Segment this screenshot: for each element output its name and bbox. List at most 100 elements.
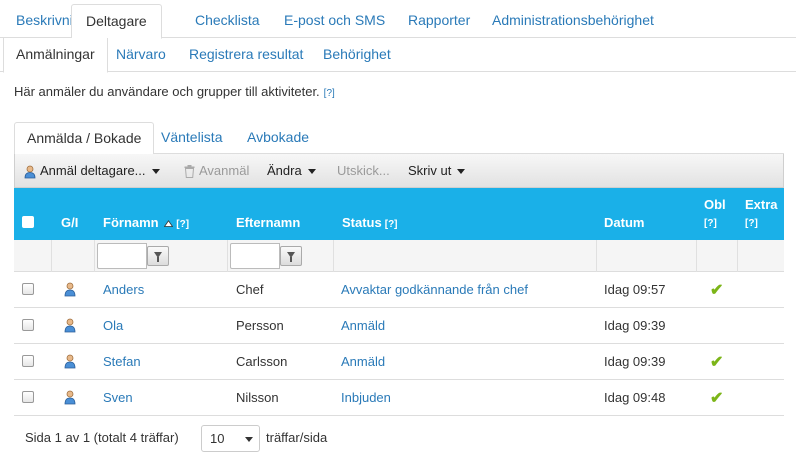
unregister-button[interactable]: Avanmäl xyxy=(184,154,249,188)
change-label: Ändra xyxy=(267,163,302,178)
table-row: Stefan Carlsson Anmäld Idag 09:39 ✔ xyxy=(14,344,784,380)
firstname-filter-button[interactable] xyxy=(147,246,169,266)
row-checkbox[interactable] xyxy=(22,283,34,295)
select-all-checkbox[interactable] xyxy=(22,216,34,228)
column-divider xyxy=(696,240,697,272)
lastname-cell: Nilsson xyxy=(236,390,279,405)
tab-administrationsbehorighet[interactable]: Administrationsbehörighet xyxy=(478,4,668,38)
table-row: Ola Persson Anmäld Idag 09:39 xyxy=(14,308,784,344)
check-icon: ✔ xyxy=(710,282,724,299)
column-divider xyxy=(737,240,738,272)
person-icon xyxy=(64,390,76,405)
column-divider xyxy=(51,240,52,272)
date-cell: Idag 09:39 xyxy=(604,354,666,369)
column-status-help-link[interactable]: [?] xyxy=(385,219,398,230)
firstname-link[interactable]: Anders xyxy=(103,272,144,308)
tab-anmalda-bokade[interactable]: Anmälda / Bokade xyxy=(14,122,155,155)
column-divider xyxy=(94,240,95,272)
lastname-filter-button[interactable] xyxy=(280,246,302,266)
trash-icon xyxy=(184,165,195,179)
person-icon xyxy=(64,282,76,297)
status-link[interactable]: Anmäld xyxy=(341,308,385,344)
tab-avbokade[interactable]: Avbokade xyxy=(235,122,321,154)
row-checkbox[interactable] xyxy=(22,391,34,403)
status-link[interactable]: Avvaktar godkännande från chef xyxy=(341,272,528,308)
tab-narvaro[interactable]: Närvaro xyxy=(104,38,178,72)
unregister-label: Avanmäl xyxy=(199,163,250,178)
column-obl-help-link[interactable]: [?] xyxy=(704,214,726,233)
column-status-label: Status xyxy=(342,215,382,230)
column-divider xyxy=(333,240,334,272)
tab-vantelista[interactable]: Väntelista xyxy=(149,122,234,154)
column-type: G/I xyxy=(61,215,79,230)
description-help-link[interactable]: [?] xyxy=(324,88,335,99)
table-row: Anders Chef Avvaktar godkännande från ch… xyxy=(14,272,784,308)
list-tabs: Anmälda / Bokade Väntelista Avbokade xyxy=(14,122,784,155)
page-size-select[interactable]: 10 xyxy=(201,425,260,452)
register-participant-label: Anmäl deltagare... xyxy=(40,163,146,178)
main-tabs: Beskrivning Deltagare Checklista E-post … xyxy=(0,0,796,39)
change-button[interactable]: Ändra xyxy=(267,154,316,188)
column-firstname-help-link[interactable]: [?] xyxy=(176,219,189,230)
tab-rapporter[interactable]: Rapporter xyxy=(394,4,484,38)
chevron-down-icon xyxy=(457,169,466,175)
column-date[interactable]: Datum xyxy=(604,215,644,230)
send-button[interactable]: Utskick... xyxy=(337,154,390,188)
sub-tabs: Anmälningar Närvaro Registrera resultat … xyxy=(0,38,796,73)
chevron-down-icon xyxy=(245,437,253,442)
lastname-filter-input[interactable] xyxy=(230,243,280,269)
firstname-link[interactable]: Ola xyxy=(103,308,123,344)
table-row: Sven Nilsson Inbjuden Idag 09:48 ✔ xyxy=(14,380,784,416)
toolbar: Anmäl deltagare... Avanmäl Ändra Utskick… xyxy=(14,154,784,188)
filter-row xyxy=(14,240,784,272)
tab-epost-sms[interactable]: E-post och SMS xyxy=(270,4,399,38)
check-icon: ✔ xyxy=(710,390,724,407)
status-link[interactable]: Inbjuden xyxy=(341,380,391,416)
column-extra: Extra [?] xyxy=(745,195,778,233)
lastname-cell: Carlsson xyxy=(236,354,288,369)
column-obl-label: Obl xyxy=(704,197,726,212)
tab-behorighet[interactable]: Behörighet xyxy=(311,38,403,72)
description-text: Här anmäler du användare och grupper til… xyxy=(14,84,320,99)
firstname-link[interactable]: Sven xyxy=(103,380,133,416)
chevron-down-icon xyxy=(307,169,316,175)
row-checkbox[interactable] xyxy=(22,355,34,367)
chevron-down-icon xyxy=(151,169,160,175)
tab-checklista[interactable]: Checklista xyxy=(181,4,274,38)
page-size-value: 10 xyxy=(210,431,225,446)
person-icon xyxy=(64,354,76,369)
date-cell: Idag 09:48 xyxy=(604,390,666,405)
date-cell: Idag 09:57 xyxy=(604,282,666,297)
register-participant-button[interactable]: Anmäl deltagare... xyxy=(24,154,160,188)
column-lastname[interactable]: Efternamn xyxy=(236,215,300,230)
tab-anmalningar[interactable]: Anmälningar xyxy=(3,38,108,73)
tab-deltagare[interactable]: Deltagare xyxy=(71,4,162,39)
column-divider xyxy=(227,240,228,272)
column-firstname-label: Förnamn xyxy=(103,215,159,230)
check-icon: ✔ xyxy=(710,354,724,371)
table-header: G/I Förnamn [?] Efternamn Status [?] Datu… xyxy=(14,188,784,240)
column-firstname[interactable]: Förnamn [?] xyxy=(103,215,189,230)
page-description: Här anmäler du användare och grupper til… xyxy=(14,84,335,99)
pager-info: Sida 1 av 1 (totalt 4 träffar) xyxy=(25,430,179,445)
column-divider xyxy=(596,240,597,272)
send-label: Utskick... xyxy=(337,163,390,178)
column-extra-help-link[interactable]: [?] xyxy=(745,214,778,233)
per-page-label: träffar/sida xyxy=(266,430,328,445)
print-button[interactable]: Skriv ut xyxy=(408,154,466,188)
lastname-cell: Chef xyxy=(236,282,264,297)
row-checkbox[interactable] xyxy=(22,319,34,331)
firstname-filter-input[interactable] xyxy=(97,243,147,269)
column-status[interactable]: Status [?] xyxy=(342,215,398,230)
filter-icon xyxy=(154,252,162,262)
filter-icon xyxy=(287,252,295,262)
status-link[interactable]: Anmäld xyxy=(341,344,385,380)
firstname-link[interactable]: Stefan xyxy=(103,344,141,380)
date-cell: Idag 09:39 xyxy=(604,318,666,333)
column-obl: Obl [?] xyxy=(704,195,726,233)
person-icon xyxy=(24,165,36,178)
tab-registrera-resultat[interactable]: Registrera resultat xyxy=(177,38,315,72)
person-icon xyxy=(64,318,76,333)
sort-up-icon xyxy=(163,220,174,227)
print-label: Skriv ut xyxy=(408,163,452,178)
